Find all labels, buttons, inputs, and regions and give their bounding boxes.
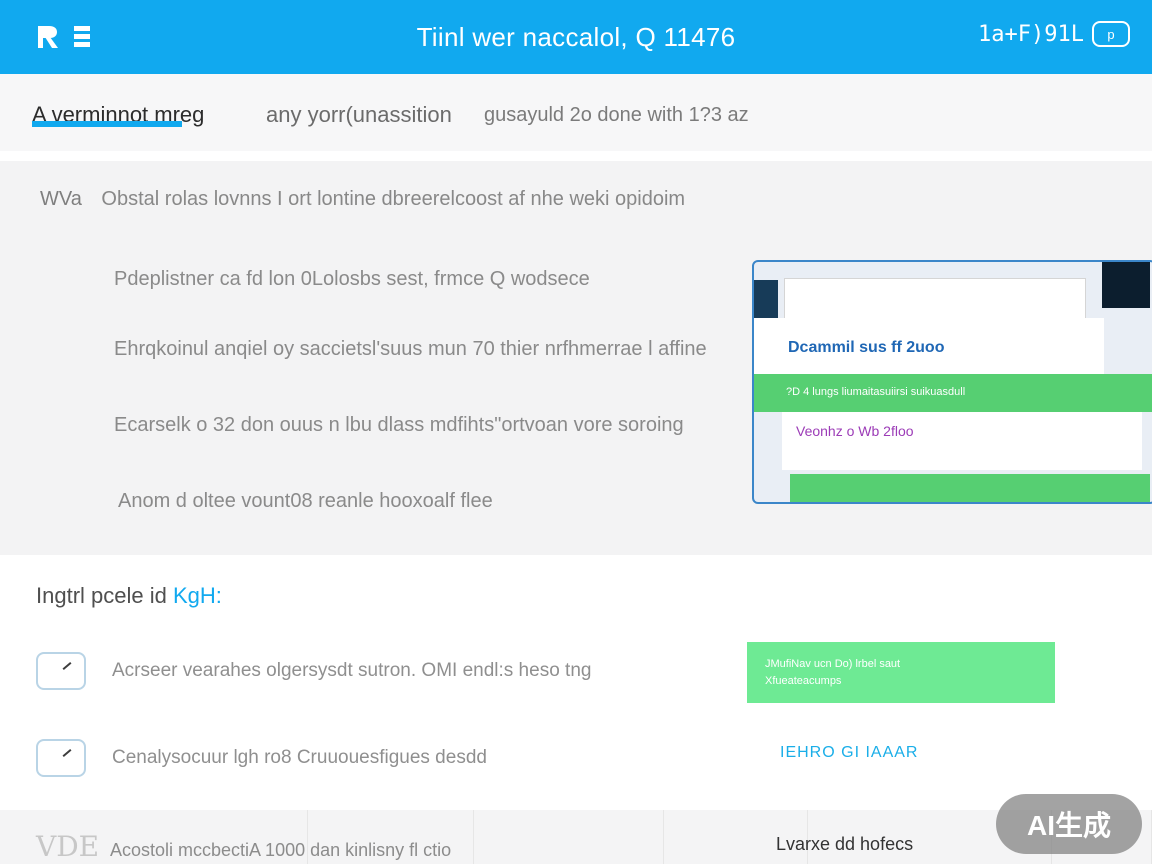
ai-generated-badge: AI生成	[996, 794, 1142, 854]
main-line-4: Anom d oltee vount08 reanle hooxoalf fle…	[118, 490, 493, 512]
green-info-line-2: Xfueateacumps	[765, 675, 842, 687]
list-item[interactable]: Acrseer vearahes olgersysdt sutron. OMI …	[36, 650, 591, 692]
list-item-text: Cenalysocuur lgh ro8 Cruuouesfigues desd…	[112, 747, 487, 768]
blue-hint-link[interactable]: IEHRO GI IAAAR	[780, 744, 918, 762]
list-item[interactable]: Cenalysocuur lgh ro8 Cruuouesfigues desd…	[36, 737, 487, 779]
header-pill-button[interactable]: p	[1092, 21, 1130, 47]
preview-dark-tab	[1102, 262, 1150, 308]
bottom-left-text: Acostoli mccbectiA 1000 dan kinlisny fl …	[110, 840, 452, 860]
subheader-middle-text: any yorr(unassition	[266, 102, 452, 127]
bottom-left-icon: VDE	[36, 830, 100, 863]
preview-side-block	[754, 280, 778, 320]
intro-line: WVa Obstal rolas lovnns I ort lontine db…	[40, 188, 685, 211]
bottom-cell-3	[474, 810, 664, 864]
section-title-prefix: Ingtrl pcele id	[36, 583, 167, 608]
preview-line-text: Veonhz o Wb 2floo	[796, 423, 914, 439]
header-right-text: 1a+F)91L	[978, 21, 1084, 47]
preview-strip-text: ?D 4 lungs liumaitasuiirsi suikuasdull	[786, 386, 966, 398]
bottom-right-text[interactable]: Lvarxe dd hofecs	[776, 834, 913, 855]
active-tab-indicator	[32, 121, 182, 127]
intro-text: Obstal rolas lovnns I ort lontine dbreer…	[101, 188, 686, 210]
checkbox[interactable]	[36, 652, 86, 690]
section-title: Ingtrl pcele id KgH:	[36, 583, 222, 609]
main-line-2: Ehrqkoinul anqiel oy saccietsl'suus mun …	[114, 338, 707, 360]
section-title-accent: KgH:	[172, 583, 222, 608]
preview-card: Dcammil sus ff 2uoo ?D 4 lungs liumaitas…	[752, 260, 1152, 504]
top-bar: Tiinl wer naccalol, Q 11476 1a+F)91L p	[0, 0, 1152, 74]
preview-title-bar: Dcammil sus ff 2uoo	[754, 318, 1104, 374]
preview-title: Dcammil sus ff 2uoo	[788, 339, 945, 356]
main-line-3: Ecarselk o 32 don ouus n lbu dlass mdfih…	[114, 414, 684, 436]
preview-bottom-strip	[790, 474, 1150, 502]
green-info-line-1: JMufiNav ucn Do) lrbel saut	[765, 658, 901, 670]
subheader-right-text: gusayuld 2o done with 1?3 az	[484, 104, 749, 126]
preview-line-box: Veonhz o Wb 2floo	[782, 412, 1142, 470]
preview-green-strip: ?D 4 lungs liumaitasuiirsi suikuasdull	[754, 374, 1152, 412]
list-item-text: Acrseer vearahes olgersysdt sutron. OMI …	[112, 660, 592, 681]
main-line-1: Pdeplistner ca fd lon 0Lolosbs sest, frm…	[114, 268, 590, 290]
checkbox[interactable]	[36, 739, 86, 777]
intro-label: WVa	[40, 188, 82, 210]
green-info-box: JMufiNav ucn Do) lrbel saut Xfueateacump…	[747, 642, 1055, 703]
header-actions: 1a+F)91L p	[978, 21, 1130, 47]
